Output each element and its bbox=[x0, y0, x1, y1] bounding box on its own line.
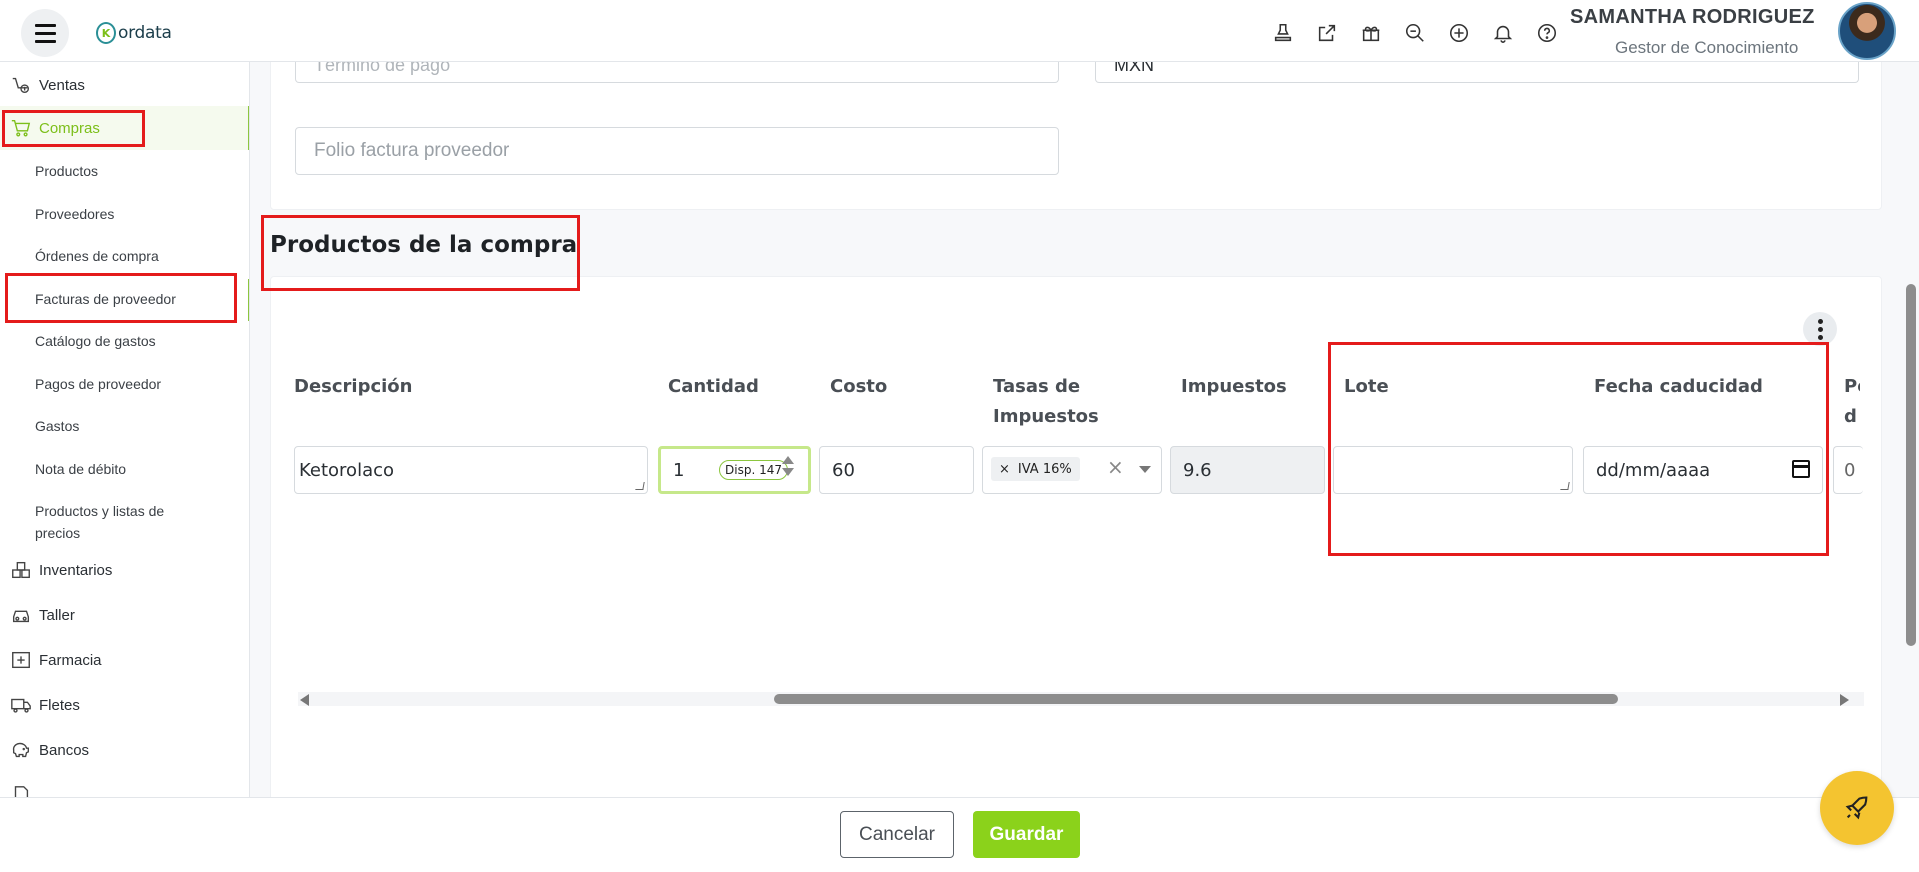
scroll-right-icon[interactable] bbox=[1840, 694, 1849, 706]
rocket-button[interactable] bbox=[1820, 771, 1894, 845]
sidebar-sub-pagos-proveedor[interactable]: Pagos de proveedor bbox=[35, 373, 235, 395]
sidebar-item-label: Fletes bbox=[39, 696, 80, 714]
chevron-down-icon[interactable] bbox=[1139, 466, 1151, 473]
sidebar-item-partial[interactable] bbox=[0, 780, 249, 797]
column-header-costo: Costo bbox=[830, 376, 888, 397]
menu-icon[interactable] bbox=[21, 9, 69, 57]
search-zoom-icon[interactable] bbox=[1400, 18, 1430, 48]
column-header-cantidad: Cantidad bbox=[668, 376, 759, 397]
sidebar-sub-productos[interactable]: Productos bbox=[35, 160, 235, 182]
top-header: K ordata SAMANTHA RODRIGUEZ Gestor de Co… bbox=[0, 0, 1919, 62]
sidebar-item-bancos[interactable]: Bancos bbox=[0, 735, 249, 765]
column-header-partial: Pe d bbox=[1844, 376, 1860, 427]
resize-handle[interactable] bbox=[635, 482, 645, 490]
rocket-icon bbox=[1845, 796, 1868, 820]
sidebar-sub-catalogo-gastos[interactable]: Catálogo de gastos bbox=[35, 330, 235, 352]
scroll-left-icon[interactable] bbox=[300, 694, 309, 706]
invoice-details-card: Término de pago MXN Folio factura provee… bbox=[270, 62, 1882, 210]
sidebar-sub-proveedores[interactable]: Proveedores bbox=[35, 203, 235, 225]
partial-value: 0 bbox=[1844, 459, 1856, 481]
annotation-box bbox=[2, 110, 145, 147]
remove-tag-icon[interactable]: × bbox=[999, 462, 1010, 477]
piggy-bank-icon bbox=[9, 738, 33, 762]
column-header-descripcion: Descripción bbox=[294, 376, 413, 397]
descripcion-input[interactable]: Ketorolaco bbox=[294, 446, 648, 494]
column-header-tasas: Tasas de Impuestos bbox=[993, 376, 1099, 427]
stamp-icon[interactable] bbox=[1268, 18, 1298, 48]
sidebar-item-label: Taller bbox=[39, 606, 75, 624]
sidebar-item-fletes[interactable]: Fletes bbox=[0, 690, 249, 720]
sidebar-item-taller[interactable]: Taller bbox=[0, 600, 249, 630]
bell-icon[interactable] bbox=[1488, 18, 1518, 48]
tasas-impuestos-select[interactable]: × IVA 16% × bbox=[982, 446, 1162, 494]
sidebar-item-inventarios[interactable]: Inventarios bbox=[0, 555, 249, 585]
cantidad-input[interactable]: 1 Disp. 147 bbox=[658, 446, 811, 494]
costo-input[interactable]: 60 bbox=[819, 446, 974, 494]
annotation-box bbox=[261, 215, 580, 291]
car-icon bbox=[9, 603, 33, 627]
sidebar-sub-nota-debito[interactable]: Nota de débito bbox=[35, 458, 235, 480]
more-options-icon[interactable] bbox=[1803, 312, 1837, 346]
user-name[interactable]: SAMANTHA RODRIGUEZ bbox=[1570, 6, 1815, 29]
avatar[interactable] bbox=[1838, 2, 1896, 60]
sidebar-item-label: Bancos bbox=[39, 741, 90, 759]
boxes-icon bbox=[9, 558, 33, 582]
termino-pago-select[interactable]: Término de pago bbox=[295, 62, 1059, 83]
annotation-box bbox=[5, 273, 237, 323]
truck-icon bbox=[9, 693, 33, 717]
medical-box-icon bbox=[9, 648, 33, 672]
user-role: Gestor de Conocimiento bbox=[1615, 38, 1799, 57]
cancel-button[interactable]: Cancelar bbox=[840, 811, 954, 858]
document-icon bbox=[9, 783, 33, 797]
folio-factura-input[interactable]: Folio factura proveedor bbox=[295, 127, 1059, 175]
form-footer: Cancelar Guardar bbox=[0, 797, 1919, 872]
sidebar-item-farmacia[interactable]: Farmacia bbox=[0, 645, 249, 675]
sidebar-item-label: Ventas bbox=[39, 76, 85, 94]
descripcion-value: Ketorolaco bbox=[299, 459, 395, 481]
horizontal-scroll-thumb[interactable] bbox=[774, 694, 1618, 704]
impuestos-value: 9.6 bbox=[1183, 459, 1212, 481]
disponible-badge: Disp. 147 bbox=[719, 460, 788, 480]
plus-circle-icon[interactable] bbox=[1444, 18, 1474, 48]
logo-text: ordata bbox=[118, 23, 172, 43]
sidebar: Ventas Compras Productos Proveedores Órd… bbox=[0, 62, 250, 797]
sidebar-sub-ordenes-compra[interactable]: Órdenes de compra bbox=[35, 245, 235, 267]
partial-column-input[interactable]: 0 bbox=[1833, 446, 1863, 494]
app-logo[interactable]: K ordata bbox=[96, 21, 172, 45]
sidebar-item-ventas[interactable]: Ventas bbox=[0, 72, 249, 98]
quantity-stepper[interactable] bbox=[782, 456, 794, 476]
save-button[interactable]: Guardar bbox=[973, 811, 1080, 858]
annotation-box bbox=[1328, 342, 1829, 556]
sidebar-item-label: Farmacia bbox=[39, 651, 102, 669]
sidebar-sub-listas-precios[interactable]: Productos y listas de precios bbox=[35, 500, 195, 544]
sidebar-item-label: Inventarios bbox=[39, 561, 113, 579]
vertical-scrollbar[interactable] bbox=[1906, 284, 1916, 646]
tax-tag: × IVA 16% bbox=[991, 457, 1080, 481]
column-header-impuestos: Impuestos bbox=[1181, 376, 1287, 397]
cantidad-value: 1 bbox=[673, 459, 685, 481]
gift-icon[interactable] bbox=[1356, 18, 1386, 48]
help-icon[interactable] bbox=[1532, 18, 1562, 48]
sales-icon bbox=[9, 73, 33, 97]
sidebar-sub-gastos[interactable]: Gastos bbox=[35, 415, 235, 437]
impuestos-field: 9.6 bbox=[1170, 446, 1325, 494]
logo-mark: K bbox=[96, 22, 116, 44]
tax-tag-label: IVA 16% bbox=[1017, 461, 1072, 477]
external-link-icon[interactable] bbox=[1312, 18, 1342, 48]
clear-icon[interactable]: × bbox=[1107, 455, 1124, 479]
costo-value: 60 bbox=[832, 459, 855, 481]
currency-select[interactable]: MXN bbox=[1095, 62, 1859, 83]
